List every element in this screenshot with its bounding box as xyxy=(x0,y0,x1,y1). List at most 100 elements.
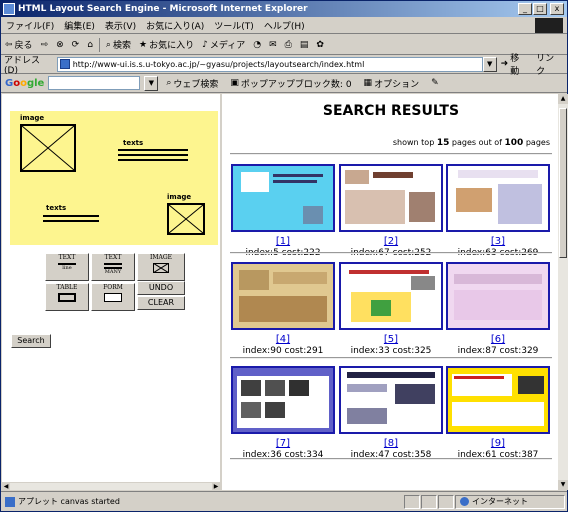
menu-file[interactable]: ファイル(F) xyxy=(1,19,59,32)
result-thumbnail[interactable] xyxy=(446,164,550,232)
search-button[interactable]: Search xyxy=(11,334,51,348)
result-link[interactable]: [5] xyxy=(339,334,443,345)
canvas-label-texts-1: texts xyxy=(123,139,144,147)
result-item: [6] index:87 cost:329 xyxy=(446,262,550,356)
address-field[interactable]: http://www-ui.is.s.u-tokyo.ac.jp/~gyasu/… xyxy=(56,56,483,72)
thumbnail-content-block xyxy=(239,296,327,322)
refresh-icon: ⟳ xyxy=(71,39,80,50)
back-button[interactable]: ⇦ 戻る xyxy=(1,38,37,52)
result-link[interactable]: [7] xyxy=(231,438,335,449)
popup-blocker-button[interactable]: ▣ ポップアップブロック数: 0 xyxy=(226,77,355,90)
undo-button[interactable]: UNDO xyxy=(137,281,185,295)
thumbnail-content-block xyxy=(411,276,435,290)
result-meta: index:90 cost:291 xyxy=(242,346,324,356)
thumbnail-content-block xyxy=(345,170,369,184)
result-thumbnail[interactable] xyxy=(339,366,443,434)
result-thumbnail[interactable] xyxy=(231,262,335,330)
thumbnail-content-block xyxy=(273,180,317,183)
maximize-button[interactable]: □ xyxy=(533,3,547,15)
highlight-button[interactable]: ✎ xyxy=(427,78,443,88)
stop-button[interactable]: ⊗ xyxy=(52,40,68,50)
address-label: アドレス(D) xyxy=(4,55,41,76)
canvas-text-block-1[interactable] xyxy=(118,149,188,164)
google-dropdown-button[interactable]: ▼ xyxy=(144,75,159,91)
discuss-button[interactable]: ✿ xyxy=(312,40,328,50)
history-button[interactable]: ◔ xyxy=(249,40,265,50)
messenger-icon: ✿ xyxy=(316,39,324,50)
canvas-image-block-1[interactable] xyxy=(20,124,76,172)
scroll-right-arrow-icon[interactable]: ▶ xyxy=(212,483,220,491)
thumbnail-content-block xyxy=(373,172,413,178)
address-dropdown-button[interactable]: ▼ xyxy=(482,56,497,72)
form-field-icon xyxy=(104,293,122,302)
canvas-image-block-2[interactable] xyxy=(167,203,205,235)
palette-text-many-button[interactable]: TEXT MANY xyxy=(91,253,135,281)
result-thumbnail[interactable] xyxy=(339,262,443,330)
result-link[interactable]: [3] xyxy=(446,236,550,247)
google-options-button[interactable]: ▦ オプション xyxy=(360,77,424,90)
menu-favorites[interactable]: お気に入り(A) xyxy=(141,19,209,32)
thumbnail-content-block xyxy=(349,270,429,274)
scrollbar-thumb[interactable] xyxy=(559,108,567,258)
search-button-toolbar[interactable]: ⌕ 検索 xyxy=(102,38,135,52)
search-icon: ⌕ xyxy=(105,39,111,50)
canvas-text-block-2[interactable] xyxy=(43,215,99,225)
status-cell xyxy=(404,494,420,509)
thumbnail-content-block xyxy=(456,188,492,212)
status-cell xyxy=(421,494,437,509)
edit-icon: ▤ xyxy=(299,39,309,50)
google-search-input[interactable] xyxy=(48,76,141,90)
result-thumbnail[interactable] xyxy=(446,366,550,434)
thumbnail-content-block xyxy=(345,190,405,224)
menu-view[interactable]: 表示(V) xyxy=(100,19,141,32)
menu-edit[interactable]: 編集(E) xyxy=(59,19,100,32)
mail-button[interactable]: ✉ xyxy=(265,40,281,50)
forward-button[interactable]: ⇨ xyxy=(37,40,53,50)
home-button[interactable]: ⌂ xyxy=(83,40,97,50)
google-logo[interactable]: Google xyxy=(1,78,44,89)
result-link[interactable]: [8] xyxy=(339,438,443,449)
refresh-button[interactable]: ⟳ xyxy=(68,40,84,50)
result-link[interactable]: [2] xyxy=(339,236,443,247)
options-icon: ▦ xyxy=(363,78,373,88)
media-button[interactable]: ♪ メディア xyxy=(198,38,249,52)
windows-logo-icon xyxy=(535,17,563,33)
palette-table-button[interactable]: TABLE xyxy=(45,283,89,311)
thumbnail-content-block xyxy=(409,192,435,222)
applet-status-icon xyxy=(5,496,15,507)
scroll-down-arrow-icon[interactable]: ▼ xyxy=(558,480,568,490)
left-horizontal-scrollbar[interactable]: ◀ ▶ xyxy=(2,482,220,491)
divider xyxy=(230,357,552,359)
result-item: [1]index:5 cost:222 xyxy=(231,164,335,258)
internet-globe-icon xyxy=(460,497,469,506)
google-web-search-button[interactable]: ⌕ ウェブ検索 xyxy=(162,77,222,90)
palette-image-button[interactable]: IMAGE xyxy=(137,253,185,281)
thumbnail-content-block xyxy=(347,408,387,424)
results-vertical-scrollbar[interactable]: ▲ ▼ xyxy=(558,94,568,490)
layout-canvas[interactable]: image texts image texts xyxy=(10,111,218,245)
result-thumbnail[interactable] xyxy=(446,262,550,330)
result-link[interactable]: [9] xyxy=(446,438,550,449)
result-link[interactable]: [1] xyxy=(231,236,335,247)
palette-text-line-button[interactable]: TEXT line xyxy=(45,253,89,281)
menu-help[interactable]: ヘルプ(H) xyxy=(259,19,310,32)
print-button[interactable]: ⎙ xyxy=(281,40,296,50)
result-thumbnail[interactable] xyxy=(231,164,335,232)
divider xyxy=(230,153,552,155)
palette-form-button[interactable]: FORM xyxy=(91,283,135,311)
result-item: [3]index:63 cost:269 xyxy=(446,164,550,258)
status-cell xyxy=(438,494,454,509)
thumbnail-content-block xyxy=(289,380,309,396)
edit-button[interactable]: ▤ xyxy=(296,40,313,50)
favorites-button[interactable]: ★ お気に入り xyxy=(135,38,198,52)
close-button[interactable]: x xyxy=(550,3,564,15)
clear-button[interactable]: CLEAR xyxy=(137,296,185,310)
minimize-button[interactable]: _ xyxy=(518,3,532,15)
menu-tools[interactable]: ツール(T) xyxy=(209,19,259,32)
scroll-left-arrow-icon[interactable]: ◀ xyxy=(2,483,10,491)
result-thumbnail[interactable] xyxy=(339,164,443,232)
result-link[interactable]: [4] xyxy=(231,334,335,345)
result-link[interactable]: [6] xyxy=(446,334,550,345)
result-thumbnail[interactable] xyxy=(231,366,335,434)
scroll-up-arrow-icon[interactable]: ▲ xyxy=(558,94,568,104)
